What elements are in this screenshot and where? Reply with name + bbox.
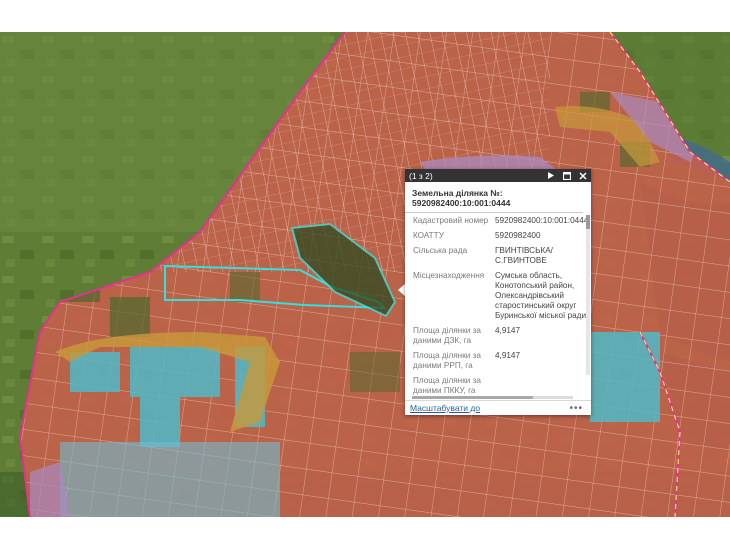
attr-row-cadastral-number: Кадастровий номер 5920982400:10:001:0444 [405, 214, 591, 229]
attr-name: Площа ділянки за даними ДЗК, га [413, 326, 481, 345]
attr-row-area-rrp: Площа ділянки за даними РРП, га 4,9147 [405, 349, 591, 374]
feature-popup: (1 з 2) Земельна ділянка №: 5920982400:1… [405, 169, 591, 415]
close-icon[interactable] [579, 171, 587, 180]
attr-value: 4,9147 [495, 351, 521, 360]
attr-name: Площа ділянки за даними ПККУ, га [413, 376, 481, 395]
satellite-map[interactable] [0, 32, 730, 517]
attr-value: 5920982400 [495, 231, 541, 240]
popup-footer: Масштабувати до ••• [405, 400, 591, 415]
popup-attributes[interactable]: Кадастровий номер 5920982400:10:001:0444… [405, 214, 591, 400]
attr-row-village-council: Сільська рада ГВИНТІВСЬКА/С.ГВИНТОВЕ [405, 244, 591, 269]
attr-name: Площа ділянки за даними РРП, га [413, 351, 481, 370]
popup-title-line2: 5920982400:10:001:0444 [412, 198, 511, 208]
water-parcel[interactable] [140, 397, 180, 447]
attr-value: Сумська область, Конотопський район, Оле… [495, 271, 587, 320]
more-icon[interactable]: ••• [569, 403, 583, 414]
horizontal-scrollbar[interactable] [412, 396, 573, 399]
attr-name: Кадастровий номер [413, 216, 489, 225]
attr-name: КОАТТУ [413, 231, 444, 240]
popup-title: Земельна ділянка №: 5920982400:10:001:04… [405, 182, 583, 213]
attr-name: Місцезнаходження [413, 271, 485, 280]
attr-row-location: Місцезнаходження Сумська область, Коното… [405, 269, 591, 324]
water-parcel[interactable] [130, 347, 220, 397]
attr-value: 4,9147 [495, 326, 521, 335]
scroll-thumb[interactable] [412, 396, 533, 399]
popup-header: (1 з 2) [405, 169, 591, 182]
feature-counter: (1 з 2) [409, 170, 433, 181]
attr-name: Сільська рада [413, 246, 468, 255]
map-canvas[interactable] [0, 32, 730, 517]
attr-row-koatuu: КОАТТУ 5920982400 [405, 229, 591, 244]
water-parcel[interactable] [590, 332, 660, 422]
square-icon[interactable] [563, 171, 571, 180]
attr-value: ГВИНТІВСЬКА/С.ГВИНТОВЕ [495, 246, 553, 265]
popup-title-line1: Земельна ділянка №: [412, 188, 503, 198]
play-icon[interactable] [547, 171, 555, 180]
zoom-to-link[interactable]: Масштабувати до [410, 403, 480, 413]
attr-value: 5920982400:10:001:0444 [495, 216, 589, 225]
attr-row-area-dzk: Площа ділянки за даними ДЗК, га 4,9147 [405, 324, 591, 349]
scroll-thumb[interactable] [586, 215, 590, 229]
water-parcel[interactable] [60, 442, 280, 517]
vertical-scrollbar[interactable] [586, 215, 590, 375]
